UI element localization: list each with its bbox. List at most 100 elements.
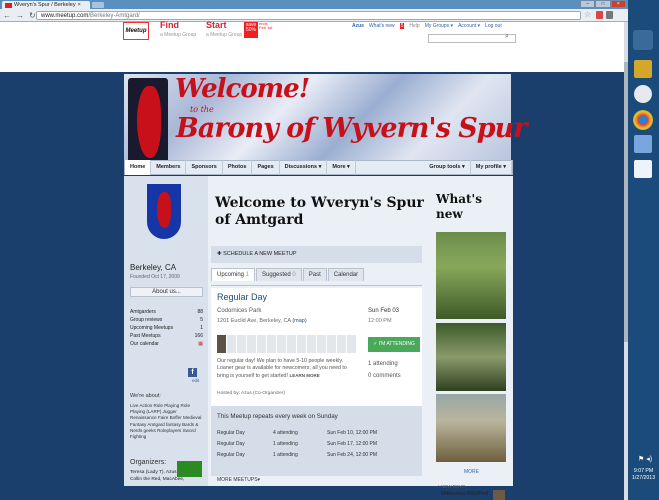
reload-icon[interactable]: ↻: [29, 11, 36, 20]
stat-row[interactable]: Upcoming Meetups 1: [130, 324, 203, 332]
tab-label: Past: [308, 272, 321, 278]
taskbar-app-icon[interactable]: [634, 160, 652, 178]
taskbar-app-icon[interactable]: [634, 135, 652, 153]
minimize-button[interactable]: –: [580, 0, 596, 8]
photo-thumbnail[interactable]: [436, 323, 506, 391]
banner-welcome: Welcome!: [175, 74, 310, 104]
avatar-empty: [247, 335, 256, 353]
stat-row[interactable]: Our calendar ▦: [130, 340, 203, 348]
whats-new-link[interactable]: What's new: [369, 23, 395, 29]
window-controls: – □ ×: [580, 0, 626, 8]
repeat-attending: 1 attending: [273, 452, 298, 458]
more-meetups-link[interactable]: MORE MEETUPS▾: [217, 477, 260, 483]
taskbar-app-icon[interactable]: [633, 30, 653, 50]
stat-label: Upcoming Meetups: [130, 325, 174, 331]
taskbar-clock[interactable]: 9:07 PM 1/27/2013: [632, 468, 655, 482]
start-link[interactable]: Start: [206, 20, 227, 30]
account-menu[interactable]: Account ▾: [458, 23, 480, 29]
more-photos-link[interactable]: MORE: [464, 469, 479, 475]
tab-discussions[interactable]: Discussions ▾: [280, 160, 328, 175]
tab-past[interactable]: Past: [302, 268, 327, 281]
event-attending[interactable]: 1 attending: [368, 361, 398, 367]
group-city: Berkeley, CA: [130, 263, 177, 272]
facebook-edit-link[interactable]: edit: [192, 378, 199, 383]
tab-members[interactable]: Members: [151, 160, 187, 175]
tab-divider: [211, 285, 422, 286]
avatar[interactable]: [493, 490, 505, 500]
tab-sponsors[interactable]: Sponsors: [186, 160, 223, 175]
stat-row[interactable]: Group reviews 5: [130, 316, 203, 324]
list-item[interactable]: Regular Day 4 attending Sun Feb 10, 12:00 …: [217, 428, 417, 439]
back-icon[interactable]: ←: [3, 11, 11, 20]
close-window-button[interactable]: ×: [610, 0, 626, 8]
calendar-icon[interactable]: ▦: [198, 340, 203, 348]
facebook-icon[interactable]: f: [188, 368, 197, 377]
new-tab-button[interactable]: [92, 2, 104, 8]
event-comments[interactable]: 0 comments: [368, 373, 401, 379]
tab-calendar[interactable]: Calendar: [327, 268, 365, 281]
url-bar[interactable]: www.meetup.com/Berkeley-Amtgard/: [36, 11, 581, 20]
about-topics[interactable]: Live Action Role Playing Role Playing (L…: [130, 403, 203, 440]
avatar-empty: [337, 335, 346, 353]
logout-link[interactable]: Log out: [485, 23, 502, 29]
stat-row[interactable]: Amtgarders 88: [130, 308, 203, 316]
stat-label: Amtgarders: [130, 309, 156, 315]
map-link[interactable]: (map): [292, 318, 306, 324]
repeat-when: Sun Feb 10, 12:00 PM: [327, 430, 378, 436]
schedule-meetup-button[interactable]: ✚ SCHEDULE A NEW MEETUP: [211, 246, 422, 263]
browser-tab[interactable]: Wveryn's Spur / Berkeley ×: [2, 1, 90, 9]
extension-icon[interactable]: [596, 11, 603, 19]
photo-thumbnail[interactable]: [436, 232, 506, 319]
tab-pages[interactable]: Pages: [252, 160, 280, 175]
shield-dragon-icon: [157, 192, 171, 228]
tab-suggested[interactable]: Suggested 0: [256, 268, 302, 281]
attendee-avatars: [217, 335, 356, 353]
tab-count: 0: [292, 272, 296, 278]
url-host: www.meetup.com: [41, 13, 89, 19]
meetup-tabs: Upcoming 1 Suggested 0 Past Calendar: [211, 268, 365, 281]
my-profile-menu[interactable]: My profile ▾: [471, 160, 512, 175]
event-title[interactable]: Regular Day: [217, 292, 267, 302]
chrome-icon[interactable]: [633, 110, 653, 130]
photo-thumbnail[interactable]: [436, 394, 506, 462]
avatar-empty: [297, 335, 306, 353]
tab-close-icon[interactable]: ×: [78, 2, 81, 8]
learn-more-link[interactable]: LEARN MORE: [289, 373, 319, 378]
about-us-button[interactable]: About us...: [130, 287, 203, 297]
help-link[interactable]: Help: [409, 23, 419, 29]
tray-icons[interactable]: ⚑ ◂): [638, 455, 652, 463]
tab-upcoming[interactable]: Upcoming 1: [211, 268, 256, 281]
my-groups-menu[interactable]: My Groups ▾: [425, 23, 453, 29]
rsvp-member[interactable]: Millennius RSVPed: [441, 491, 488, 497]
repeat-attending: 1 attending: [273, 441, 298, 447]
avatar-empty: [257, 335, 266, 353]
avatar[interactable]: [217, 335, 226, 353]
tab-home[interactable]: Home: [125, 160, 152, 175]
user-name-link[interactable]: Azus: [352, 23, 364, 29]
tab-photos[interactable]: Photos: [223, 160, 253, 175]
tab-more[interactable]: More ▾: [327, 160, 356, 175]
list-item[interactable]: Regular Day 1 attending Sun Feb 17, 12:00 …: [217, 439, 417, 450]
banner-barony: Barony of Wyvern's Spur: [176, 113, 528, 144]
maximize-button[interactable]: □: [595, 0, 611, 8]
about-topics-title: We're about:: [130, 393, 161, 399]
menu-icon[interactable]: [606, 11, 613, 19]
list-item[interactable]: Regular Day 1 attending Sun Feb 24, 12:00 …: [217, 450, 417, 461]
search-icon[interactable]: ⌕: [505, 33, 509, 41]
meetup-logo[interactable]: Meetup: [123, 22, 149, 40]
extension-icons: [596, 11, 613, 19]
taskbar-app-icon[interactable]: [634, 60, 652, 78]
stat-row[interactable]: Past Meetups 166: [130, 332, 203, 340]
taskbar-app-icon[interactable]: [634, 85, 652, 103]
forward-icon[interactable]: →: [16, 11, 24, 20]
promo-badge[interactable]: save 50%: [244, 22, 258, 38]
group-founded: Founded Oct 17, 2009: [130, 274, 180, 280]
find-link[interactable]: Find: [160, 20, 179, 30]
search-input[interactable]: [428, 34, 516, 43]
sidebar-ad[interactable]: [177, 461, 202, 477]
stat-label: Past Meetups: [130, 333, 161, 339]
attending-button[interactable]: ✓ I'M ATTENDING: [368, 337, 420, 352]
group-tools-menu[interactable]: Group tools ▾: [424, 160, 471, 175]
notification-badge[interactable]: 5: [399, 23, 405, 29]
bookmark-star-icon[interactable]: ☆: [584, 10, 591, 19]
